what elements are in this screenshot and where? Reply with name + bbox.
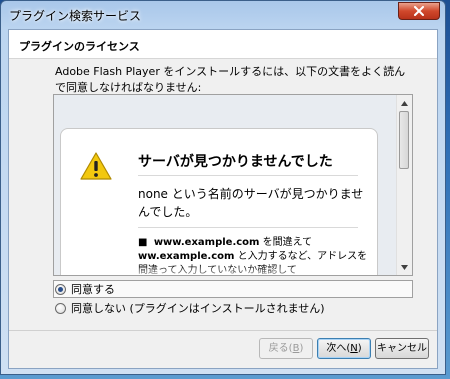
disagree-label: 同意しない (プラグインはインストールされません) bbox=[71, 302, 325, 315]
window-title: プラグイン検索サービス bbox=[9, 9, 142, 23]
next-label: 次へ( bbox=[326, 343, 351, 354]
next-button[interactable]: 次へ(N) bbox=[317, 338, 371, 359]
title-bar[interactable]: プラグイン検索サービス bbox=[1, 1, 445, 29]
warning-icon bbox=[79, 151, 113, 184]
next-accesskey: N bbox=[350, 343, 358, 354]
back-label: 戻る( bbox=[268, 343, 293, 354]
chevron-down-icon bbox=[401, 264, 408, 270]
wizard-page: プラグインのライセンス Adobe Flash Player をインストールする… bbox=[8, 29, 438, 369]
suggestion-url-1: www.example.com bbox=[153, 237, 260, 248]
scroll-thumb[interactable] bbox=[399, 111, 409, 169]
agree-label: 同意する bbox=[71, 283, 115, 296]
agree-radio[interactable] bbox=[55, 283, 66, 295]
chevron-up-icon bbox=[401, 100, 408, 106]
content-clip-fade bbox=[61, 265, 377, 275]
desktop-background: プラグイン検索サービス プラグインのライセンス Adobe Flash Play… bbox=[0, 0, 450, 379]
scroll-up-button[interactable] bbox=[397, 95, 412, 111]
error-divider-2 bbox=[138, 227, 358, 228]
close-icon bbox=[414, 6, 424, 16]
scroll-down-button[interactable] bbox=[397, 259, 412, 275]
plugin-finder-window: プラグイン検索サービス プラグインのライセンス Adobe Flash Play… bbox=[0, 0, 446, 375]
license-viewer[interactable]: サーバが見つかりませんでした none という名前のサーバが見つかりませんでした… bbox=[53, 94, 413, 276]
back-button[interactable]: 戻る(B) bbox=[259, 338, 313, 359]
wizard-header: プラグインのライセンス bbox=[9, 30, 437, 59]
vertical-scrollbar[interactable] bbox=[396, 95, 412, 275]
license-content: サーバが見つかりませんでした none という名前のサーバが見つかりませんでした… bbox=[54, 95, 396, 275]
error-title: サーバが見つかりませんでした bbox=[138, 154, 333, 170]
suggestion-text-1: を間違えて bbox=[259, 237, 313, 248]
footer-divider bbox=[9, 330, 437, 331]
suggestion-url-2: ww.example.com bbox=[138, 251, 235, 262]
back-label-end: ) bbox=[299, 343, 304, 354]
error-message: none という名前のサーバが見つかりませんでした。 bbox=[138, 187, 364, 219]
close-button[interactable] bbox=[398, 2, 440, 20]
agree-option[interactable]: 同意する bbox=[55, 281, 115, 297]
instruction-text: Adobe Flash Player をインストールするには、以下の文書をよく読… bbox=[55, 65, 406, 94]
next-label-end: ) bbox=[357, 343, 362, 354]
disagree-radio[interactable] bbox=[55, 302, 66, 314]
disagree-option[interactable]: 同意しない (プラグインはインストールされません) bbox=[55, 300, 325, 316]
cancel-button[interactable]: キャンセル bbox=[375, 338, 429, 359]
error-card: サーバが見つかりませんでした none という名前のサーバが見つかりませんでした… bbox=[60, 128, 378, 275]
page-title: プラグインのライセンス bbox=[19, 40, 140, 53]
error-divider bbox=[138, 175, 358, 176]
